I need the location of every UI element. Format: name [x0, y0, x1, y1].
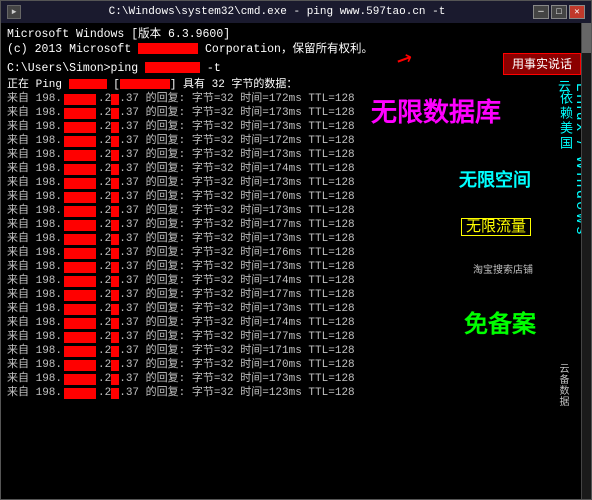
ping-row: 来自 198..2.37 的回复: 字节=32 时间=173ms TTL=128 — [7, 120, 585, 134]
window-controls[interactable]: ─ □ ✕ — [533, 5, 585, 19]
close-button[interactable]: ✕ — [569, 5, 585, 19]
ping-row: 来自 198..2.37 的回复: 字节=32 时间=123ms TTL=128 — [7, 386, 585, 400]
scrollbar[interactable] — [581, 23, 591, 499]
ping-row: 来自 198..2.37 的回复: 字节=32 时间=173ms TTL=128 — [7, 372, 585, 386]
ping-row: 来自 198..2.37 的回复: 字节=32 时间=173ms TTL=128 — [7, 204, 585, 218]
ping-row: 来自 198..2.37 的回复: 字节=32 时间=174ms TTL=128 — [7, 274, 585, 288]
ping-row: 来自 198..2.37 的回复: 字节=32 时间=173ms TTL=128 — [7, 106, 585, 120]
header-line-3: C:\Users\Simon>ping -t — [7, 61, 585, 76]
window-icon: ► — [7, 5, 21, 19]
ping-row: 来自 198..2.37 的回复: 字节=32 时间=176ms TTL=128 — [7, 246, 585, 260]
ping-row: 来自 198..2.37 的回复: 字节=32 时间=173ms TTL=128 — [7, 148, 585, 162]
header-line-1: Microsoft Windows [版本 6.3.9600] — [7, 27, 585, 42]
ping-row: 来自 198..2.37 的回复: 字节=32 时间=177ms TTL=128 — [7, 218, 585, 232]
cmd-content: Microsoft Windows [版本 6.3.9600] (c) 2013… — [1, 23, 591, 499]
ping-status-line: 正在 Ping [] 具有 32 字节的数据： — [7, 78, 585, 92]
ping-row: 来自 198..2.37 的回复: 字节=32 时间=170ms TTL=128 — [7, 358, 585, 372]
ping-rows: 来自 198..2.37 的回复: 字节=32 时间=172ms TTL=128… — [7, 92, 585, 400]
cmd-window: ► C:\Windows\system32\cmd.exe - ping www… — [0, 0, 592, 500]
ping-row: 来自 198..2.37 的回复: 字节=32 时间=172ms TTL=128 — [7, 92, 585, 106]
scrollbar-thumb[interactable] — [582, 23, 591, 53]
header-line-2: (c) 2013 Microsoft Corporation，保留所有权利。 — [7, 42, 585, 57]
window-title: C:\Windows\system32\cmd.exe - ping www.5… — [21, 6, 533, 18]
maximize-button[interactable]: □ — [551, 5, 567, 19]
ping-row: 来自 198..2.37 的回复: 字节=32 时间=177ms TTL=128 — [7, 288, 585, 302]
ping-row: 来自 198..2.37 的回复: 字节=32 时间=172ms TTL=128 — [7, 134, 585, 148]
ping-row: 来自 198..2.37 的回复: 字节=32 时间=174ms TTL=128 — [7, 316, 585, 330]
ping-row: 来自 198..2.37 的回复: 字节=32 时间=173ms TTL=128 — [7, 176, 585, 190]
ping-row: 来自 198..2.37 的回复: 字节=32 时间=174ms TTL=128 — [7, 162, 585, 176]
ping-row: 来自 198..2.37 的回复: 字节=32 时间=173ms TTL=128 — [7, 302, 585, 316]
minimize-button[interactable]: ─ — [533, 5, 549, 19]
ping-row: 来自 198..2.37 的回复: 字节=32 时间=173ms TTL=128 — [7, 232, 585, 246]
title-bar: ► C:\Windows\system32\cmd.exe - ping www… — [1, 1, 591, 23]
ping-row: 来自 198..2.37 的回复: 字节=32 时间=177ms TTL=128 — [7, 330, 585, 344]
ping-row: 来自 198..2.37 的回复: 字节=32 时间=171ms TTL=128 — [7, 344, 585, 358]
ping-row: 来自 198..2.37 的回复: 字节=32 时间=173ms TTL=128 — [7, 260, 585, 274]
ping-row: 来自 198..2.37 的回复: 字节=32 时间=170ms TTL=128 — [7, 190, 585, 204]
